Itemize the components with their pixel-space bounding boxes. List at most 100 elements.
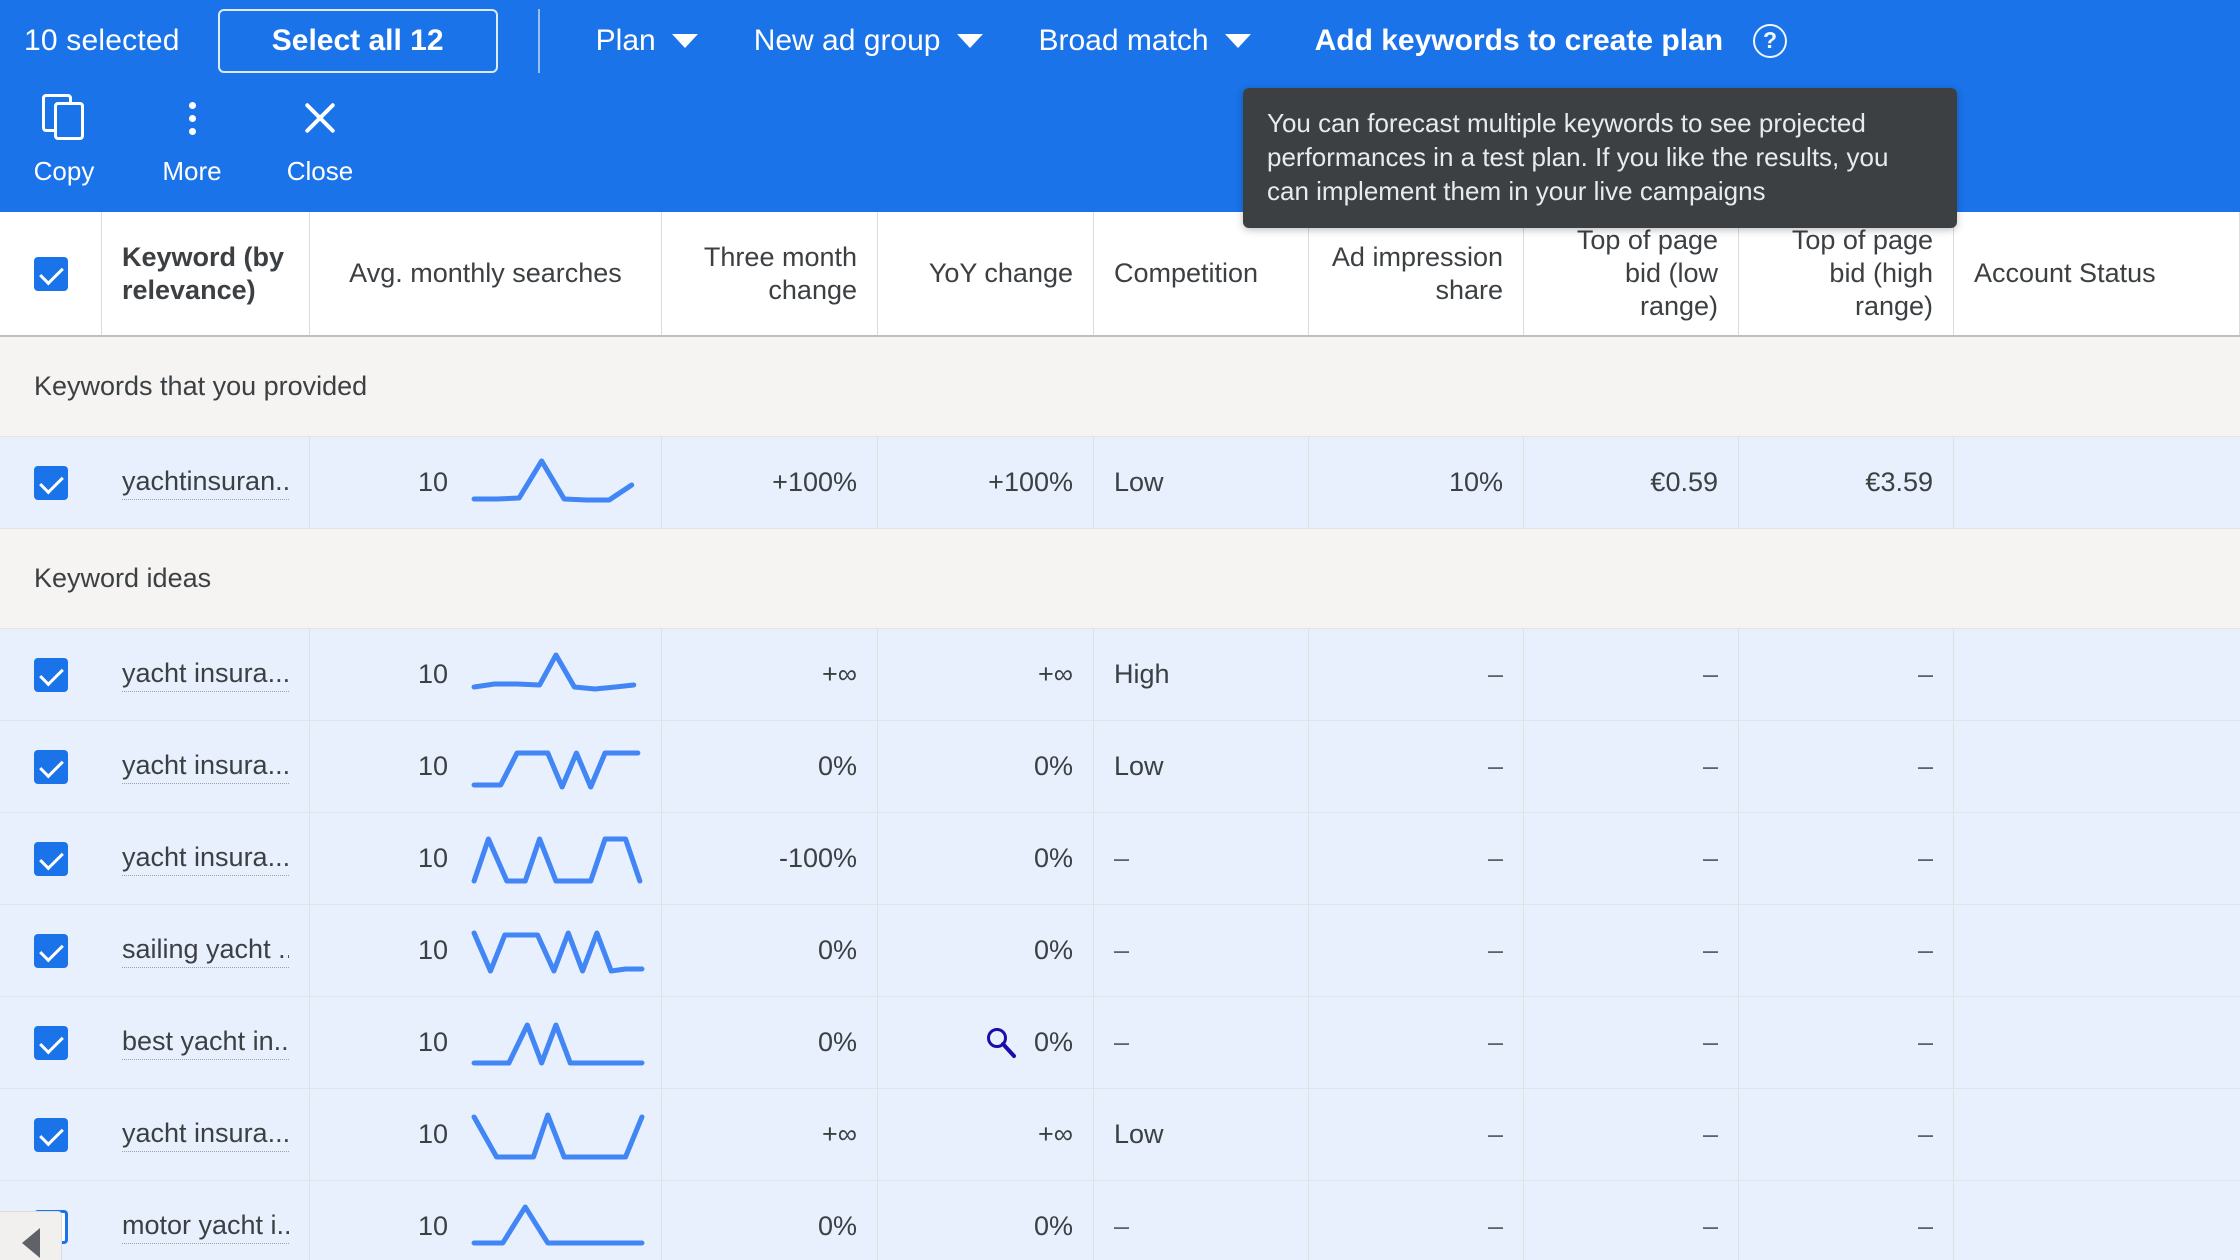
avg-monthly-searches-value: 10	[417, 935, 448, 965]
cell-keyword: yacht insura...	[102, 1089, 310, 1180]
keyword-link[interactable]: sailing yacht ...	[122, 934, 289, 968]
column-header-ad-impression-share[interactable]: Ad impression share	[1309, 212, 1524, 335]
table-row[interactable]: motor yacht i... 10 0% 0% – – – –	[0, 1181, 2240, 1260]
row-checkbox[interactable]	[34, 749, 68, 784]
match-type-menu-button[interactable]: Broad match	[1039, 24, 1251, 58]
avg-monthly-searches-value: 10	[417, 467, 448, 497]
column-header-account-status[interactable]: Account Status	[1954, 212, 2240, 335]
row-checkbox[interactable]	[34, 1117, 68, 1152]
cell-yoy-change: +100%	[878, 437, 1094, 528]
selection-toolbar-top-row: 10 selected Select all 12 Plan New ad gr…	[0, 0, 2240, 82]
cell-avg-monthly-searches: 10	[310, 721, 662, 812]
copy-icon	[42, 92, 86, 144]
cell-yoy-change: 0%	[878, 905, 1094, 996]
column-header-three-month-change[interactable]: Three month change	[662, 212, 878, 335]
plan-menu-label: Plan	[595, 24, 656, 57]
more-vert-icon	[188, 92, 196, 144]
cell-avg-monthly-searches: 10	[310, 905, 662, 996]
close-button[interactable]: Close	[256, 92, 384, 187]
avg-monthly-searches-value: 10	[417, 1211, 448, 1241]
keyword-link[interactable]: motor yacht i...	[122, 1210, 289, 1244]
cell-ad-impression-share: –	[1309, 721, 1524, 812]
table-row[interactable]: sailing yacht ... 10 0% 0% – – – –	[0, 905, 2240, 997]
close-button-label: Close	[286, 156, 354, 186]
cell-ad-impression-share: –	[1309, 905, 1524, 996]
cell-competition: Low	[1094, 437, 1309, 528]
row-checkbox[interactable]	[34, 465, 68, 500]
cell-avg-monthly-searches: 10	[310, 1089, 662, 1180]
keyword-link[interactable]: yacht insura...	[122, 750, 289, 784]
cell-top-of-page-bid-high: –	[1739, 1181, 1954, 1260]
cell-yoy-change: 0%	[878, 813, 1094, 904]
table-row[interactable]: yacht insura... 10 0% 0% Low – – –	[0, 721, 2240, 813]
table-row[interactable]: yacht insura... 10 +∞ +∞ Low – – –	[0, 1089, 2240, 1181]
cell-three-month-change: 0%	[662, 905, 878, 996]
cell-top-of-page-bid-high: –	[1739, 721, 1954, 812]
table-row[interactable]: best yacht in... 10 0% 0% – – – –	[0, 997, 2240, 1089]
column-header-keyword[interactable]: Keyword (by relevance)	[102, 212, 310, 335]
keyword-link[interactable]: yacht insura...	[122, 658, 289, 692]
cell-yoy-change: +∞	[878, 629, 1094, 720]
column-header-yoy-change[interactable]: YoY change	[878, 212, 1094, 335]
cell-avg-monthly-searches: 10	[310, 437, 662, 528]
table-row[interactable]: yachtinsuran... 10 +100% +100% Low 10% €0.59 €3…	[0, 437, 2240, 529]
add-keywords-to-create-plan-button[interactable]: Add keywords to create plan	[1315, 24, 1723, 58]
cell-competition: Low	[1094, 721, 1309, 812]
cell-account-status	[1954, 721, 2240, 812]
avg-monthly-searches-value: 10	[417, 1119, 448, 1149]
cell-top-of-page-bid-high: –	[1739, 813, 1954, 904]
row-checkbox-cell	[0, 905, 102, 996]
cell-account-status	[1954, 1181, 2240, 1260]
keyword-link[interactable]: yachtinsuran...	[122, 466, 289, 500]
cell-yoy-change: 0%	[878, 721, 1094, 812]
table-row[interactable]: yacht insura... 10 +∞ +∞ High – – –	[0, 629, 2240, 721]
keyword-link[interactable]: yacht insura...	[122, 842, 289, 876]
keyword-link[interactable]: yacht insura...	[122, 1118, 289, 1152]
row-checkbox-cell	[0, 997, 102, 1088]
collapse-panel-button[interactable]	[0, 1211, 62, 1260]
cell-ad-impression-share: –	[1309, 1181, 1524, 1260]
cell-top-of-page-bid-low: –	[1524, 905, 1739, 996]
selection-toolbar: 10 selected Select all 12 Plan New ad gr…	[0, 0, 2240, 228]
chevron-down-icon	[671, 34, 698, 48]
cell-top-of-page-bid-low: –	[1524, 629, 1739, 720]
cell-competition: –	[1094, 813, 1309, 904]
row-checkbox[interactable]	[34, 841, 68, 876]
avg-monthly-searches-value: 10	[417, 1027, 448, 1057]
cell-top-of-page-bid-high: –	[1739, 997, 1954, 1088]
more-button-label: More	[162, 156, 222, 186]
column-header-avg-monthly-searches[interactable]: Avg. monthly searches	[310, 212, 662, 335]
ad-group-menu-button[interactable]: New ad group	[754, 24, 983, 58]
cell-avg-monthly-searches: 10	[310, 813, 662, 904]
cell-competition: –	[1094, 905, 1309, 996]
keywords-table: Keyword (by relevance) Avg. monthly sear…	[0, 212, 2240, 1260]
cell-yoy-change: +∞	[878, 1089, 1094, 1180]
cell-account-status	[1954, 437, 2240, 528]
row-checkbox[interactable]	[34, 1025, 68, 1060]
select-all-button[interactable]: Select all 12	[217, 9, 498, 73]
help-circle-icon[interactable]: ?	[1753, 24, 1788, 58]
column-header-competition[interactable]: Competition	[1094, 212, 1309, 335]
cell-avg-monthly-searches: 10	[310, 629, 662, 720]
copy-button[interactable]: Copy	[0, 92, 128, 187]
chevron-down-icon	[1224, 34, 1251, 48]
cell-three-month-change: -100%	[662, 813, 878, 904]
cell-competition: –	[1094, 997, 1309, 1088]
cell-top-of-page-bid-low: –	[1524, 1089, 1739, 1180]
select-all-checkbox[interactable]	[33, 256, 68, 291]
table-row[interactable]: yacht insura... 10 -100% 0% – – – –	[0, 813, 2240, 905]
group-header-band: Keywords that you provided	[0, 337, 2240, 437]
row-checkbox[interactable]	[34, 657, 68, 692]
cell-top-of-page-bid-low: €0.59	[1524, 437, 1739, 528]
cell-three-month-change: 0%	[662, 721, 878, 812]
column-header-top-of-page-bid-low[interactable]: Top of page bid (low range)	[1524, 212, 1739, 335]
plan-menu-button[interactable]: Plan	[596, 24, 698, 58]
column-header-top-of-page-bid-high[interactable]: Top of page bid (high range)	[1739, 212, 1954, 335]
cell-ad-impression-share: –	[1309, 1089, 1524, 1180]
row-checkbox[interactable]	[34, 933, 68, 968]
cell-yoy-change: 0%	[878, 997, 1094, 1088]
group-header-band: Keyword ideas	[0, 529, 2240, 629]
keyword-link[interactable]: best yacht in...	[122, 1026, 289, 1060]
cell-ad-impression-share: –	[1309, 629, 1524, 720]
more-button[interactable]: More	[128, 92, 256, 187]
